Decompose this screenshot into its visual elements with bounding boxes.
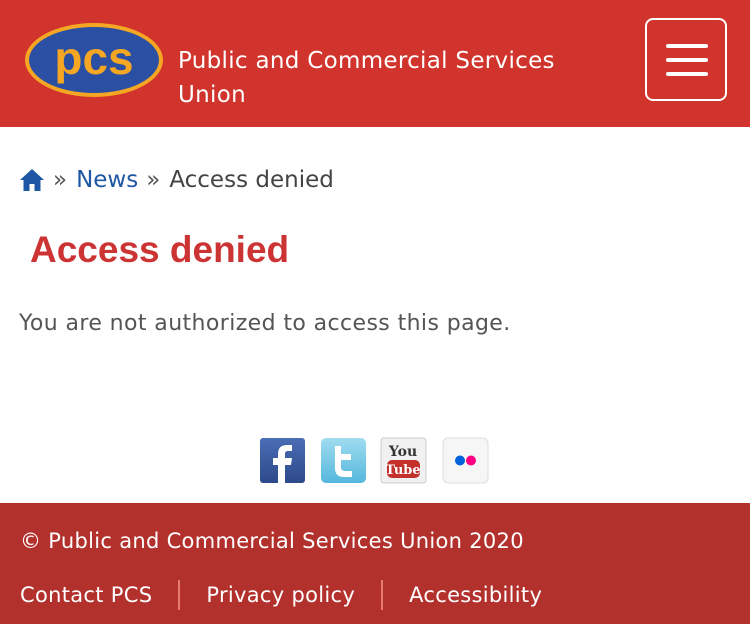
- breadcrumb-link-news[interactable]: News: [76, 167, 138, 193]
- copyright-text: © Public and Commercial Services Union 2…: [20, 529, 524, 553]
- youtube-icon[interactable]: You Tube: [380, 437, 427, 484]
- breadcrumb-separator: »: [53, 167, 68, 193]
- site-header: pcs Public and Commercial Services Union: [0, 0, 750, 127]
- home-icon[interactable]: [19, 167, 45, 193]
- flickr-icon[interactable]: [442, 437, 489, 484]
- page-title: Access denied: [30, 229, 290, 270]
- footer-links: Contact PCS Privacy policy Accessibility: [20, 577, 542, 613]
- breadcrumb-current: Access denied: [169, 167, 334, 193]
- breadcrumb: » News » Access denied: [19, 164, 334, 196]
- footer-link-contact[interactable]: Contact PCS: [20, 583, 152, 607]
- site-footer: © Public and Commercial Services Union 2…: [0, 503, 750, 624]
- svg-text:You: You: [388, 444, 417, 460]
- breadcrumb-separator: »: [146, 167, 161, 193]
- organisation-name: Public and Commercial Services Union: [178, 48, 555, 108]
- menu-button[interactable]: [645, 18, 727, 101]
- footer-divider: [178, 580, 181, 610]
- twitter-icon[interactable]: [320, 437, 367, 484]
- footer-link-accessibility[interactable]: Accessibility: [409, 583, 542, 607]
- facebook-icon[interactable]: [259, 437, 306, 484]
- logo-text: pcs: [54, 32, 133, 84]
- access-denied-message: You are not authorized to access this pa…: [19, 311, 511, 336]
- footer-link-privacy[interactable]: Privacy policy: [206, 583, 355, 607]
- svg-text:Tube: Tube: [385, 463, 420, 478]
- footer-divider: [381, 580, 384, 610]
- pcs-logo[interactable]: pcs: [24, 22, 164, 98]
